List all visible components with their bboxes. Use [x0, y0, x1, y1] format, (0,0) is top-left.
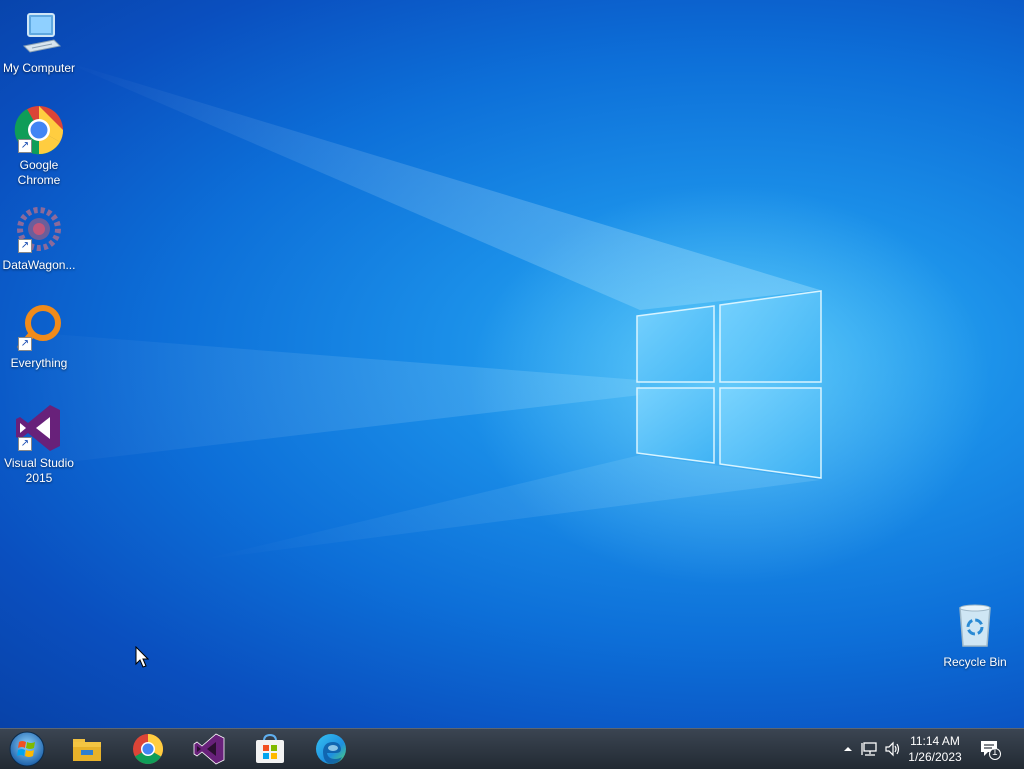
volume-button[interactable]: [882, 729, 904, 769]
network-icon: [861, 742, 877, 756]
shortcut-arrow-icon: ↗: [18, 139, 32, 153]
clock-date: 1/26/2023: [908, 750, 962, 764]
taskbar: 11:14 AM 1/26/2023 1: [0, 728, 1024, 769]
mouse-cursor-icon: [135, 646, 149, 668]
taskbar-chrome[interactable]: [122, 731, 174, 767]
recycle-bin-icon: [950, 602, 1000, 652]
system-tray: 11:14 AM 1/26/2023 1: [824, 729, 1024, 769]
desktop-icon-everything[interactable]: ↗ Everything: [0, 303, 78, 371]
action-center-button[interactable]: 1: [970, 729, 1010, 769]
desktop-icon-datawagon[interactable]: ↗ DataWagon...: [0, 205, 78, 273]
volume-icon: [885, 741, 900, 757]
desktop-icon-label: DataWagon...: [2, 258, 76, 272]
magnifier-icon: ↗: [14, 303, 64, 353]
label-line-1: Google: [19, 158, 59, 172]
taskbar-file-explorer[interactable]: [61, 731, 113, 767]
label-line-2: Chrome: [17, 173, 61, 187]
chrome-icon: ↗: [14, 105, 64, 155]
desktop-icon-recycle-bin[interactable]: Recycle Bin: [936, 602, 1014, 670]
windows-orb-icon: [9, 731, 45, 767]
clock-time: 11:14 AM: [910, 734, 960, 748]
desktop-icon-label: Visual Studio 2015: [0, 456, 78, 486]
desktop-icon-label: My Computer: [2, 61, 76, 75]
computer-icon: [14, 8, 64, 58]
store-icon: [256, 733, 284, 763]
windows-logo-wallpaper: [636, 290, 822, 479]
edge-icon: [316, 734, 346, 764]
chevron-up-icon: [844, 747, 852, 751]
datawagon-icon: ↗: [14, 205, 64, 255]
shortcut-arrow-icon: ↗: [18, 239, 32, 253]
desktop-icon-visual-studio-2015[interactable]: ↗ Visual Studio 2015: [0, 403, 78, 486]
taskbar-visual-studio[interactable]: [183, 731, 235, 767]
start-button[interactable]: [0, 731, 54, 767]
desktop-icon-my-computer[interactable]: My Computer: [0, 8, 78, 76]
show-hidden-icons-button[interactable]: [840, 729, 856, 769]
visual-studio-icon: [193, 733, 225, 765]
label-line-1: Visual Studio: [4, 456, 74, 470]
clock[interactable]: 11:14 AM 1/26/2023: [904, 729, 966, 769]
desktop-background: My Computer ↗ Google Chrome ↗ DataWagon.…: [0, 0, 1024, 728]
taskbar-microsoft-store[interactable]: [244, 731, 296, 767]
folder-icon: [73, 739, 101, 761]
desktop-icon-google-chrome[interactable]: ↗ Google Chrome: [0, 105, 78, 188]
shortcut-arrow-icon: ↗: [18, 437, 32, 451]
taskbar-edge[interactable]: [305, 731, 357, 767]
visual-studio-icon: ↗: [14, 403, 64, 453]
label-line-2: 2015: [25, 471, 53, 485]
desktop-icon-label: Google Chrome: [0, 158, 78, 188]
desktop-icon-label: Everything: [10, 356, 68, 370]
network-button[interactable]: [859, 729, 881, 769]
notification-count-badge: 1: [992, 747, 998, 758]
desktop-icon-label: Recycle Bin: [943, 655, 1007, 669]
chrome-icon: [133, 734, 164, 765]
shortcut-arrow-icon: ↗: [18, 337, 32, 351]
